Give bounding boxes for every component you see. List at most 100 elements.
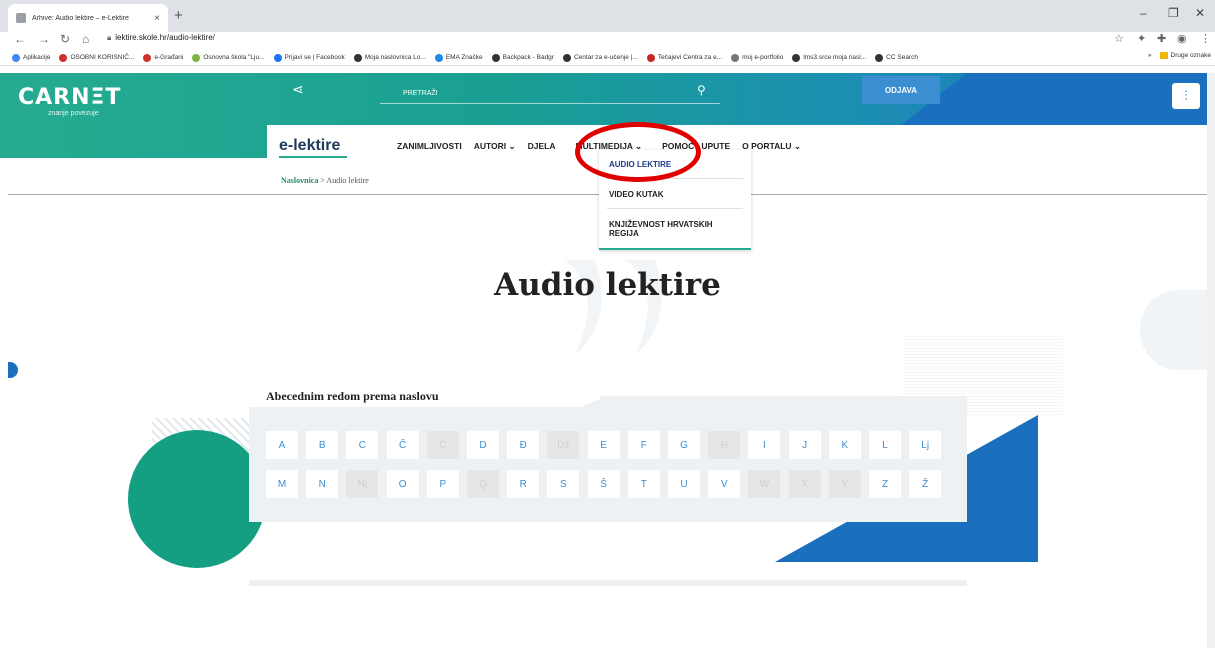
letter-button[interactable]: K: [828, 431, 861, 459]
puzzle-icon[interactable]: ✚: [1157, 32, 1166, 45]
bookmark-item[interactable]: Centar za e-učenje |...: [562, 53, 638, 62]
letter-button[interactable]: Đ: [507, 431, 540, 459]
menu-autori[interactable]: AUTORI ⌄: [474, 141, 516, 152]
dropdown-video-kutak[interactable]: VIDEO KUTAK: [609, 190, 664, 199]
search-input[interactable]: PRETRAŽI: [403, 90, 438, 97]
bookmark-item[interactable]: moj e-portfolio: [731, 53, 783, 62]
letter-button[interactable]: P: [426, 470, 459, 498]
bookmark-item[interactable]: Backpack - Badgr: [491, 53, 554, 62]
bookmark-favicon-icon: [875, 53, 884, 62]
bookmark-item[interactable]: CC Search: [875, 53, 918, 62]
bookmark-item[interactable]: Prijavi se | Facebook: [273, 53, 345, 62]
content-bottom-bar: [249, 580, 967, 586]
menu-djela[interactable]: DJELA: [528, 141, 556, 152]
letter-button: Q: [467, 470, 499, 498]
forward-icon[interactable]: →: [38, 32, 50, 46]
bookmark-label: Aplikacije: [23, 54, 51, 61]
bookmark-label: OSOBNI KORISNIČ...: [70, 54, 135, 61]
letter-button[interactable]: Lj: [909, 431, 942, 459]
panel-tab-right: [600, 396, 967, 406]
letter-button[interactable]: M: [266, 470, 298, 498]
menu-kebab-icon[interactable]: ⋮: [1200, 32, 1211, 45]
bookmark-item[interactable]: Tečajevi Centra za e...: [646, 53, 723, 62]
close-tab-icon[interactable]: ×: [154, 13, 160, 24]
bookmark-label: Tečajevi Centra za e...: [657, 54, 723, 61]
letter-button[interactable]: L: [869, 431, 901, 459]
carnet-logo[interactable]: CARNΞT: [18, 85, 121, 110]
lock-icon: 🔒︎: [107, 33, 112, 42]
search-underline: [380, 103, 720, 104]
letter-button[interactable]: Š: [587, 470, 620, 498]
share-icon[interactable]: ⋖: [292, 81, 304, 98]
star-icon[interactable]: ☆: [1114, 32, 1124, 45]
letter-button[interactable]: F: [627, 431, 660, 459]
bookmark-favicon-icon: [434, 53, 443, 62]
letter-button[interactable]: N: [306, 470, 339, 498]
url-text: lektire.skole.hr/audio-lektire/: [115, 33, 215, 42]
bookmark-favicon-icon: [12, 53, 20, 62]
maximize-icon[interactable]: ❐: [1168, 6, 1179, 20]
dropdown-separator: [607, 208, 743, 209]
letter-button[interactable]: A: [266, 431, 298, 459]
close-window-icon[interactable]: ✕: [1195, 6, 1205, 20]
page-title: Audio lektire: [494, 267, 721, 303]
letter-button[interactable]: G: [668, 431, 700, 459]
home-icon[interactable]: ⌂: [82, 32, 89, 46]
letter-button[interactable]: D: [467, 431, 499, 459]
bookmark-label: EMA Značke: [445, 54, 483, 61]
reload-icon[interactable]: ↻: [60, 32, 70, 46]
letter-button[interactable]: U: [668, 470, 700, 498]
other-bookmarks[interactable]: Druge oznake: [1171, 52, 1211, 59]
bookmark-item[interactable]: e-Građani: [143, 53, 183, 62]
green-circle-decoration: [128, 430, 266, 568]
bookmark-label: Osnovna škola "Lju...: [203, 54, 265, 61]
letter-button[interactable]: R: [507, 470, 540, 498]
letter-button[interactable]: E: [587, 431, 620, 459]
letter-button[interactable]: Z: [869, 470, 901, 498]
new-tab-button[interactable]: +: [174, 7, 183, 24]
menu-zanimljivosti[interactable]: ZANIMLJIVOSTI: [397, 141, 462, 152]
bookmarks-overflow-icon[interactable]: »: [1148, 52, 1152, 59]
letter-button[interactable]: B: [306, 431, 339, 459]
e-lektire-logo[interactable]: e-lektire: [279, 137, 340, 155]
letter-button[interactable]: J: [788, 431, 821, 459]
browser-toolbar: ← → ↻ ⌂ 🔒︎ lektire.skole.hr/audio-lektire…: [0, 32, 1215, 50]
bookmark-item[interactable]: OSOBNI KORISNIČ...: [59, 53, 135, 62]
letter-button[interactable]: Č: [386, 431, 419, 459]
bookmark-item[interactable]: Osnovna škola "Lju...: [192, 53, 265, 62]
page-scrollbar[interactable]: [1207, 73, 1215, 648]
folder-icon: [1159, 52, 1168, 59]
letter-button[interactable]: V: [708, 470, 741, 498]
bookmark-favicon-icon: [59, 53, 68, 62]
letter-button[interactable]: S: [547, 470, 580, 498]
logout-button[interactable]: ODJAVA: [862, 76, 940, 104]
letter-button[interactable]: C: [346, 431, 379, 459]
bookmark-item[interactable]: EMA Značke: [434, 53, 483, 62]
address-bar[interactable]: 🔒︎ lektire.skole.hr/audio-lektire/: [107, 33, 215, 43]
breadcrumb-current: Audio lektire: [326, 176, 369, 185]
bookmark-favicon-icon: [143, 53, 152, 62]
favicon-icon: [16, 13, 26, 23]
search-icon[interactable]: ⚲: [697, 83, 706, 97]
dropdown-knjizevnost-hrvatskih-regija[interactable]: KNJIŽEVNOST HRVATSKIH REGIJA: [609, 220, 739, 238]
bookmark-favicon-icon: [491, 53, 500, 62]
letter-button[interactable]: Ž: [909, 470, 942, 498]
red-highlight-annotation: [575, 122, 701, 182]
letter-button: W: [748, 470, 781, 498]
letter-button[interactable]: I: [748, 431, 781, 459]
letter-button: H: [708, 431, 741, 459]
letter-button[interactable]: O: [386, 470, 419, 498]
breadcrumb-home[interactable]: Naslovnica: [281, 176, 318, 185]
extension-icon[interactable]: ✦: [1137, 32, 1146, 45]
back-icon[interactable]: ←: [14, 32, 26, 46]
minimize-icon[interactable]: –: [1140, 6, 1147, 20]
letter-button: Dž: [547, 431, 580, 459]
logo-tagline: znanje povezuje: [48, 110, 99, 117]
bookmark-item[interactable]: Aplikacije: [12, 53, 51, 62]
bookmark-item[interactable]: lms3.srce moja nasl...: [792, 53, 866, 62]
profile-icon[interactable]: ◉: [1177, 32, 1187, 45]
letter-button[interactable]: T: [627, 470, 660, 498]
accessibility-settings-icon[interactable]: ⫶: [1172, 83, 1200, 109]
bookmark-item[interactable]: Moja naslovnica Lo...: [353, 53, 426, 62]
browser-tab[interactable]: Arhive: Audio lektire – e-Lektire ×: [8, 4, 168, 32]
